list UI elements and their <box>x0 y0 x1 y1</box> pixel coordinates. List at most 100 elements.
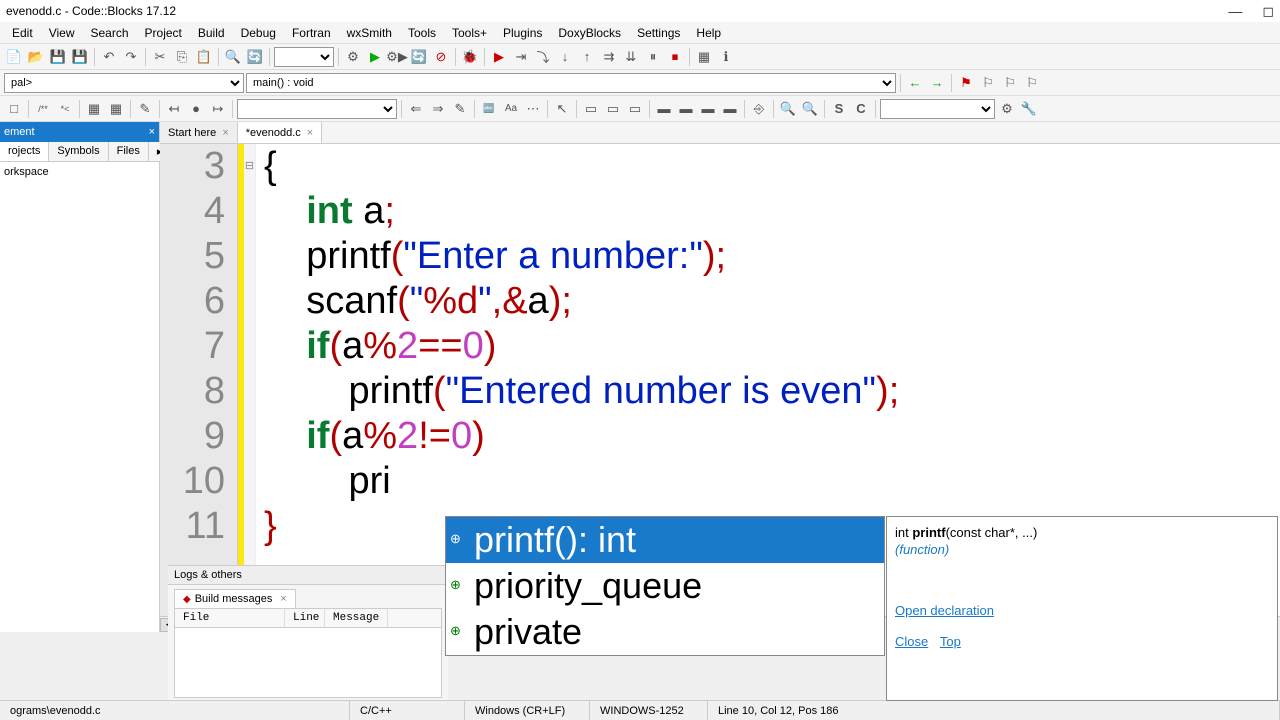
editor-tab[interactable]: *evenodd.c× <box>238 122 322 143</box>
tb-b-icon[interactable]: ▦ <box>84 99 104 119</box>
function-dropdown[interactable]: main() : void <box>246 73 896 93</box>
build-target-dropdown[interactable] <box>274 47 334 67</box>
sidebar-tab-symbols[interactable]: Symbols <box>49 142 108 161</box>
tb-c-icon[interactable]: ▦ <box>106 99 126 119</box>
step-instr-icon[interactable]: ⇊ <box>621 47 641 67</box>
scope-dropdown[interactable]: pal> <box>4 73 244 93</box>
build-run-icon[interactable]: ⚙▶ <box>387 47 407 67</box>
sel1-icon[interactable]: ▭ <box>581 99 601 119</box>
next-instr-icon[interactable]: ⇉ <box>599 47 619 67</box>
build-icon[interactable]: ⚙ <box>343 47 363 67</box>
extra-dropdown[interactable] <box>880 99 995 119</box>
s-icon[interactable]: S <box>829 99 849 119</box>
build-messages-tab[interactable]: ◆ Build messages × <box>174 589 296 608</box>
code-line[interactable]: if(a%2!=0) <box>264 414 1280 459</box>
code-line[interactable]: if(a%2==0) <box>264 324 1280 369</box>
menu-tools[interactable]: Tools <box>400 24 444 42</box>
highlight-icon[interactable]: ✎ <box>450 99 470 119</box>
step-into-icon[interactable]: ↓ <box>555 47 575 67</box>
tab-close-icon[interactable]: × <box>222 127 228 139</box>
minimize-icon[interactable]: — <box>1228 3 1242 20</box>
zoom-in-icon[interactable]: 🔍 <box>778 99 798 119</box>
menu-edit[interactable]: Edit <box>4 24 41 42</box>
save-icon[interactable]: 💾 <box>48 47 68 67</box>
menu-debug[interactable]: Debug <box>233 24 284 42</box>
paste-icon[interactable]: 📋 <box>194 47 214 67</box>
break-icon[interactable]: ⏸ <box>643 47 663 67</box>
replace-icon[interactable]: 🔄 <box>245 47 265 67</box>
menu-plugins[interactable]: Plugins <box>495 24 550 42</box>
comment2-icon[interactable]: *< <box>55 99 75 119</box>
sidebar-tab-files[interactable]: Files <box>109 142 149 161</box>
code-line[interactable]: printf("Entered number is even"); <box>264 369 1280 414</box>
run-to-cursor-icon[interactable]: ⇥ <box>511 47 531 67</box>
column-header[interactable]: Message <box>325 609 388 627</box>
gear3-icon[interactable]: 🔧 <box>1019 99 1039 119</box>
code-line[interactable]: scanf("%d",&a); <box>264 279 1280 324</box>
bookmark-clear-icon[interactable]: ⚐ <box>1022 73 1042 93</box>
arrow-l-icon[interactable]: ⇐ <box>406 99 426 119</box>
code-line[interactable]: int a; <box>264 189 1280 234</box>
jump-mark-icon[interactable]: ● <box>186 99 206 119</box>
nav-back-icon[interactable]: ← <box>905 73 925 93</box>
zoom-out-icon[interactable]: 🔍 <box>800 99 820 119</box>
info-icon[interactable]: ℹ <box>716 47 736 67</box>
comment-icon[interactable]: /** <box>33 99 53 119</box>
save-all-icon[interactable]: 💾 <box>70 47 90 67</box>
find-icon[interactable]: 🔍 <box>223 47 243 67</box>
autocomplete-popup[interactable]: ⊕printf(): int⊕priority_queue⊕private <box>445 516 885 656</box>
column-header[interactable]: File <box>175 609 285 627</box>
stop-icon[interactable]: ⏹ <box>665 47 685 67</box>
c-icon[interactable]: C <box>851 99 871 119</box>
menu-project[interactable]: Project <box>137 24 190 42</box>
code-line[interactable]: { <box>264 144 1280 189</box>
wand-icon[interactable]: ✎ <box>135 99 155 119</box>
menu-build[interactable]: Build <box>190 24 233 42</box>
sel2-icon[interactable]: ▭ <box>603 99 623 119</box>
debug-icon[interactable]: 🐞 <box>460 47 480 67</box>
undo-icon[interactable]: ↶ <box>99 47 119 67</box>
menu-help[interactable]: Help <box>688 24 729 42</box>
tooltip-top-link[interactable]: Top <box>940 634 961 649</box>
open-icon[interactable]: 📂 <box>26 47 46 67</box>
menu-fortran[interactable]: Fortran <box>284 24 339 42</box>
autocomplete-item[interactable]: ⊕printf(): int <box>446 517 884 563</box>
menu-view[interactable]: View <box>41 24 83 42</box>
abc-icon[interactable]: 🔤 <box>479 99 499 119</box>
run-icon[interactable]: ▶ <box>365 47 385 67</box>
menu-search[interactable]: Search <box>82 24 136 42</box>
next-line-icon[interactable]: ⤵ <box>533 47 553 67</box>
tab-close-icon[interactable]: × <box>307 127 313 139</box>
build-messages-table[interactable]: FileLineMessage <box>174 608 442 698</box>
menu-doxyblocks[interactable]: DoxyBlocks <box>550 24 629 42</box>
debug-run-icon[interactable]: ▶ <box>489 47 509 67</box>
sidebar-workspace-tree[interactable]: orkspace <box>0 162 159 632</box>
sel4-icon[interactable]: ▬ <box>654 99 674 119</box>
bookmark-next-icon[interactable]: ⚐ <box>1000 73 1020 93</box>
insert-icon[interactable]: ⎆ <box>749 99 769 119</box>
arrow-r-icon[interactable]: ⇒ <box>428 99 448 119</box>
jump-fwd-icon[interactable]: ↦ <box>208 99 228 119</box>
cut-icon[interactable]: ✂ <box>150 47 170 67</box>
fold-gutter[interactable]: ⊟ <box>244 144 256 616</box>
new-file-icon[interactable]: 📄 <box>4 47 24 67</box>
step-out-icon[interactable]: ↑ <box>577 47 597 67</box>
menu-tools+[interactable]: Tools+ <box>444 24 495 42</box>
nav-fwd-icon[interactable]: → <box>927 73 947 93</box>
sel5-icon[interactable]: ▬ <box>676 99 696 119</box>
debug-windows-icon[interactable]: ▦ <box>694 47 714 67</box>
editor-tab[interactable]: Start here× <box>160 122 238 143</box>
sel3-icon[interactable]: ▭ <box>625 99 645 119</box>
sel7-icon[interactable]: ▬ <box>720 99 740 119</box>
thread-dropdown[interactable] <box>237 99 397 119</box>
abort-icon[interactable]: ⊘ <box>431 47 451 67</box>
dots-icon[interactable]: ⋯ <box>523 99 543 119</box>
cursor-icon[interactable]: ↖ <box>552 99 572 119</box>
aa-icon[interactable]: Aa <box>501 99 521 119</box>
tooltip-close-link[interactable]: Close <box>895 634 928 649</box>
tb-a-icon[interactable]: □ <box>4 99 24 119</box>
menu-settings[interactable]: Settings <box>629 24 688 42</box>
bookmark-prev-icon[interactable]: ⚐ <box>978 73 998 93</box>
autocomplete-item[interactable]: ⊕priority_queue <box>446 563 884 609</box>
sidebar-tab-rojects[interactable]: rojects <box>0 142 49 161</box>
